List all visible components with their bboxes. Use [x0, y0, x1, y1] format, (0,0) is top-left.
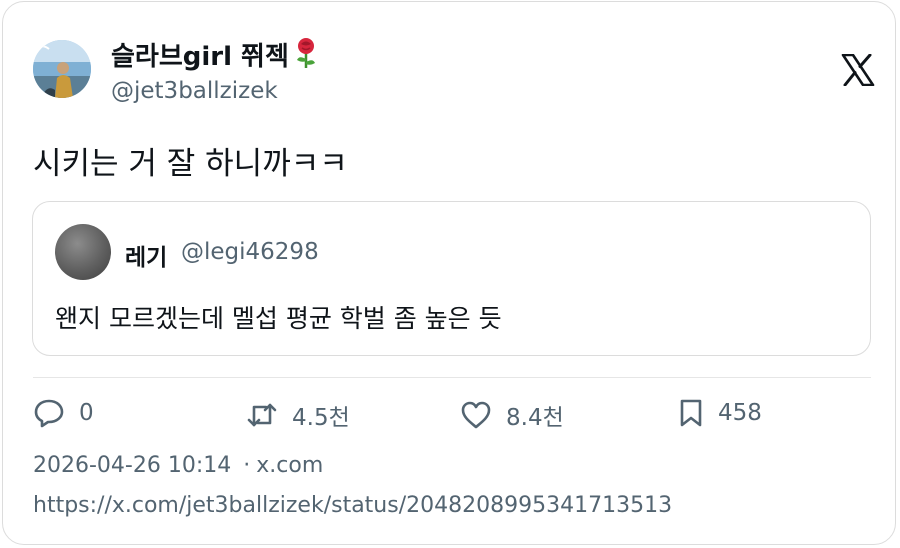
author-handle[interactable]: @jet3ballzizek: [111, 78, 278, 104]
author-display-name[interactable]: 슬라브girl 쮜젝: [111, 36, 289, 73]
rose-emoji-icon: [293, 37, 319, 73]
tweet-url[interactable]: https://x.com/jet3ballzizek/status/20482…: [33, 493, 672, 518]
bookmark-count: 458: [718, 400, 762, 426]
source-link[interactable]: x.com: [256, 453, 323, 478]
x-logo-icon[interactable]: [841, 53, 875, 87]
tweet-text: 시키는 거 잘 하니까ㅋㅋ: [33, 146, 348, 182]
quoted-author-avatar[interactable]: [55, 224, 111, 280]
retweet-icon: [246, 401, 278, 429]
quoted-tweet[interactable]: 레기 @legi46298 왠지 모르겠는데 멜섭 평균 학벌 좀 높은 듯: [32, 201, 871, 356]
quoted-author-display-name[interactable]: 레기: [125, 238, 167, 272]
reply-count: 0: [79, 400, 94, 426]
reply-icon: [33, 398, 65, 428]
retweet-button[interactable]: 4.5천: [246, 398, 350, 432]
retweet-count: 4.5천: [292, 405, 350, 431]
timestamp[interactable]: 2026-04-26 10:14: [33, 453, 231, 478]
quoted-tweet-text: 왠지 모르겠는데 멜섭 평균 학벌 좀 높은 듯: [55, 304, 502, 333]
tweet-meta: 2026-04-26 10:14 · x.com: [33, 453, 323, 478]
divider: [33, 377, 871, 378]
tweet-card: 슬라브girl 쮜젝 @jet3ballzizek 시키는 거 잘 하니까ㅋㅋ …: [2, 1, 896, 545]
author-avatar[interactable]: [33, 40, 91, 98]
like-count: 8.4천: [506, 405, 564, 431]
bookmark-icon: [678, 398, 704, 428]
bookmark-button[interactable]: 458: [678, 398, 762, 428]
heart-icon: [460, 401, 492, 429]
like-button[interactable]: 8.4천: [460, 398, 564, 432]
quoted-author-handle[interactable]: @legi46298: [181, 239, 319, 265]
author-name-row[interactable]: 슬라브girl 쮜젝: [111, 36, 319, 73]
reply-button[interactable]: 0: [33, 398, 94, 428]
avatar-photo: [33, 40, 91, 98]
meta-separator: ·: [243, 453, 251, 478]
